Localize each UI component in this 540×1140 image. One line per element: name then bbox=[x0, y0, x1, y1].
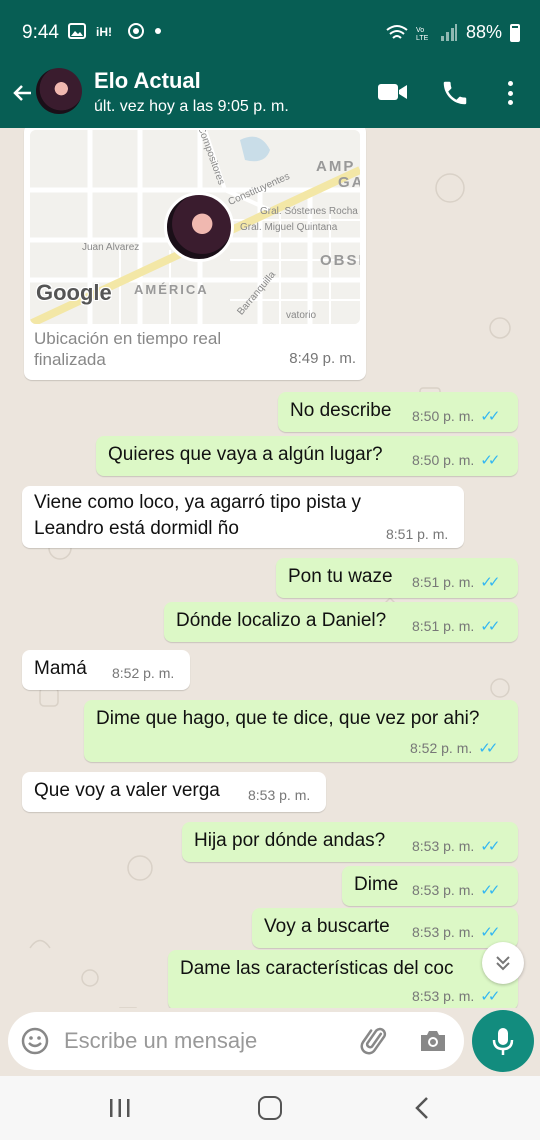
voice-message-button[interactable] bbox=[472, 1010, 534, 1072]
battery-icon bbox=[510, 23, 520, 42]
map-label: vatorio bbox=[286, 310, 317, 321]
google-logo: Google bbox=[36, 280, 112, 305]
chat-area[interactable]: Constituyentes AMP D GA Gral. Sóstenes R… bbox=[0, 128, 540, 1008]
contact-avatar[interactable] bbox=[36, 68, 82, 114]
wifi-icon bbox=[386, 24, 408, 39]
camera-icon[interactable] bbox=[418, 1026, 448, 1056]
nav-back-icon[interactable] bbox=[412, 1096, 432, 1120]
map-label: Juan Alvarez bbox=[82, 242, 140, 253]
message-time: 8:51 p. m. ✓✓ bbox=[412, 618, 500, 635]
read-ticks-icon: ✓✓ bbox=[480, 838, 500, 855]
message-time: 8:53 p. m. ✓✓ bbox=[412, 988, 500, 1005]
message-text: Voy a buscarte bbox=[264, 916, 390, 937]
location-caption: Ubicación en tiempo real finalizada bbox=[34, 329, 222, 369]
volte-icon: VoLTE bbox=[416, 27, 429, 42]
map-label: OBSE bbox=[320, 252, 360, 269]
message-text: Hija por dónde andas? bbox=[194, 830, 386, 851]
status-bar: 9:44 iH! Vo LTE 88% bbox=[0, 0, 540, 62]
message-time: 8:52 p. m. ✓✓ bbox=[410, 740, 498, 757]
live-location-card[interactable]: Constituyentes AMP D GA Gral. Sóstenes R… bbox=[24, 128, 366, 380]
message-text: Que voy a valer verga bbox=[34, 780, 220, 801]
map-label: GA bbox=[338, 174, 360, 191]
svg-text:Vo: Vo bbox=[416, 27, 424, 34]
message-time: 8:51 p. m. ✓✓ bbox=[412, 574, 500, 591]
status-time: 9:44 bbox=[22, 22, 59, 43]
read-ticks-icon: ✓✓ bbox=[480, 574, 500, 591]
signal-icon bbox=[440, 23, 457, 41]
message-time: 8:50 p. m. ✓✓ bbox=[412, 452, 500, 469]
chrome-icon bbox=[128, 23, 144, 39]
message-text: Mamá bbox=[34, 658, 87, 679]
message-time: 8:51 p. m. bbox=[386, 526, 449, 542]
dot-icon bbox=[155, 28, 161, 34]
message-bubble-outgoing[interactable]: Dime 8:53 p. m. ✓✓ bbox=[342, 866, 518, 906]
map-label: Gral. Miguel Quintana bbox=[240, 222, 338, 233]
status-icons-left: iH! bbox=[68, 23, 162, 39]
message-bubble-outgoing[interactable]: No describe 8:50 p. m. ✓✓ bbox=[278, 392, 518, 432]
video-call-icon[interactable] bbox=[378, 82, 408, 102]
message-bubble-incoming[interactable]: Que voy a valer verga 8:53 p. m. bbox=[22, 772, 326, 812]
message-time: 8:53 p. m. ✓✓ bbox=[412, 882, 500, 899]
system-navigation-bar bbox=[0, 1076, 540, 1140]
message-text: Viene como loco, ya agarró tipo pista y bbox=[34, 492, 362, 513]
attach-clip-icon[interactable] bbox=[360, 1026, 390, 1056]
message-bubble-outgoing[interactable]: Hija por dónde andas? 8:53 p. m. ✓✓ bbox=[182, 822, 518, 862]
read-ticks-icon: ✓✓ bbox=[480, 882, 500, 899]
read-ticks-icon: ✓✓ bbox=[480, 924, 500, 941]
message-text: Dame las características del coc bbox=[180, 958, 454, 979]
microphone-icon bbox=[492, 1028, 514, 1055]
svg-text:iH!: iH! bbox=[96, 25, 112, 38]
home-icon[interactable] bbox=[258, 1096, 282, 1120]
read-ticks-icon: ✓✓ bbox=[480, 988, 500, 1005]
voice-call-icon[interactable] bbox=[440, 78, 470, 108]
last-seen: últ. vez hoy a las 9:05 p. m. bbox=[94, 98, 289, 115]
message-bubble-outgoing[interactable]: Pon tu waze 8:51 p. m. ✓✓ bbox=[276, 558, 518, 598]
contact-name[interactable]: Elo Actual bbox=[94, 68, 201, 94]
map-location-avatar bbox=[164, 192, 234, 262]
message-time: 8:53 p. m. ✓✓ bbox=[412, 838, 500, 855]
chat-header[interactable]: Elo Actual últ. vez hoy a las 9:05 p. m. bbox=[0, 62, 540, 128]
read-ticks-icon: ✓✓ bbox=[480, 408, 500, 425]
emoji-icon[interactable] bbox=[20, 1026, 50, 1056]
message-bubble-outgoing[interactable]: Dónde localizo a Daniel? 8:51 p. m. ✓✓ bbox=[164, 602, 518, 642]
app-icon: iH! bbox=[96, 25, 112, 38]
message-bubble-outgoing[interactable]: Quieres que vaya a algún lugar? 8:50 p. … bbox=[96, 436, 518, 476]
map-label: Gral. Sóstenes Rocha bbox=[260, 206, 358, 217]
map-label: AMP D bbox=[316, 158, 360, 175]
message-composer bbox=[8, 1012, 464, 1070]
message-time: 8:53 p. m. ✓✓ bbox=[412, 924, 500, 941]
message-text: Dime bbox=[354, 874, 399, 895]
read-ticks-icon: ✓✓ bbox=[480, 618, 500, 635]
message-bubble-incoming[interactable]: Mamá 8:52 p. m. bbox=[22, 650, 190, 690]
battery-percent: 88% bbox=[465, 22, 502, 42]
message-bubble-incoming[interactable]: Viene como loco, ya agarró tipo pista y … bbox=[22, 486, 464, 548]
message-time: 8:50 p. m. ✓✓ bbox=[412, 408, 500, 425]
message-text: Pon tu waze bbox=[288, 566, 393, 587]
map-preview[interactable]: Constituyentes AMP D GA Gral. Sóstenes R… bbox=[30, 130, 360, 324]
read-ticks-icon: ✓✓ bbox=[478, 740, 498, 757]
map-label: AMÉRICA bbox=[134, 282, 209, 297]
image-icon bbox=[68, 23, 86, 39]
message-bubble-outgoing[interactable]: Voy a buscarte 8:53 p. m. ✓✓ bbox=[252, 908, 518, 948]
message-time: 8:53 p. m. bbox=[248, 787, 311, 803]
message-text: Dónde localizo a Daniel? bbox=[176, 610, 387, 631]
more-options-icon[interactable] bbox=[500, 78, 520, 108]
message-text: No describe bbox=[290, 400, 392, 421]
message-text: Dime que hago, que te dice, que vez por … bbox=[96, 708, 480, 729]
scroll-to-bottom-button[interactable] bbox=[482, 942, 524, 984]
recent-apps-icon[interactable] bbox=[108, 1098, 132, 1118]
message-time: 8:49 p. m. bbox=[289, 350, 356, 367]
double-chevron-down-icon bbox=[496, 956, 510, 971]
status-icons-right: Vo LTE 88% bbox=[386, 22, 520, 43]
svg-text:LTE: LTE bbox=[416, 35, 429, 42]
message-text-line2: Leandro está dormidl ño bbox=[34, 518, 239, 539]
message-text: Quieres que vaya a algún lugar? bbox=[108, 444, 383, 465]
message-time: 8:52 p. m. bbox=[112, 665, 175, 681]
back-arrow-icon[interactable] bbox=[8, 78, 38, 108]
message-bubble-outgoing[interactable]: Dame las características del coc 8:53 p.… bbox=[168, 950, 518, 1008]
read-ticks-icon: ✓✓ bbox=[480, 452, 500, 469]
message-input[interactable] bbox=[64, 1026, 344, 1056]
message-bubble-outgoing[interactable]: Dime que hago, que te dice, que vez por … bbox=[84, 700, 518, 762]
